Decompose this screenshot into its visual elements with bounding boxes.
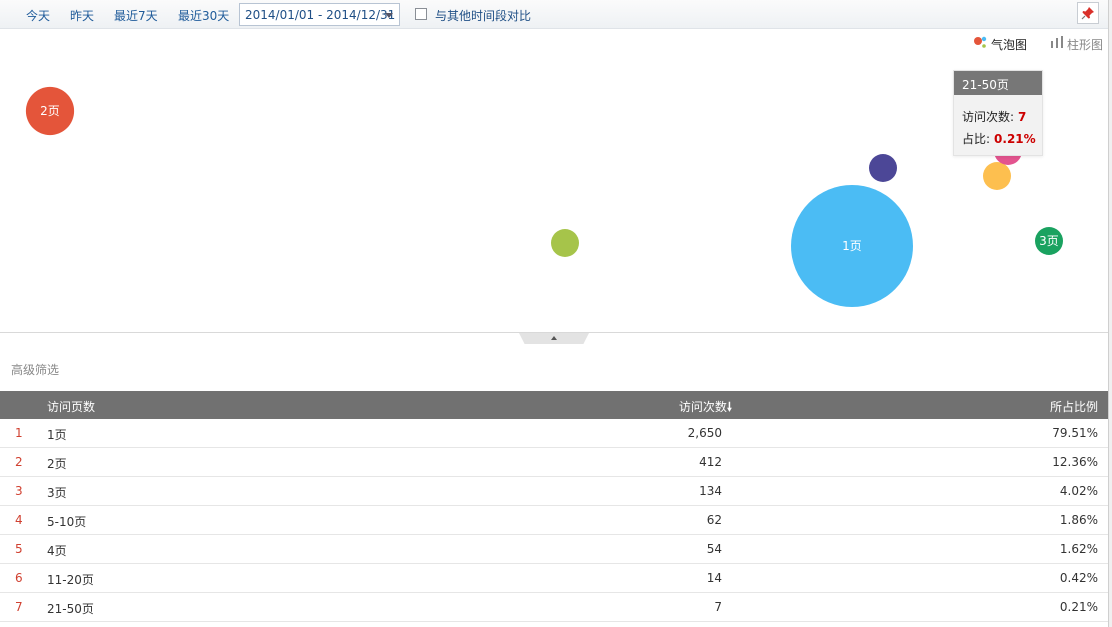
- chevron-down-icon: [385, 13, 393, 18]
- row-ratio: 12.36%: [1052, 455, 1098, 469]
- tooltip-ratio-row: 占比: 0.21%: [962, 130, 1036, 147]
- row-index: 7: [15, 600, 23, 614]
- column-header-visits[interactable]: 访问次数🠗: [679, 398, 732, 419]
- table-row: 6 11-20页 14 0.42%: [0, 564, 1108, 593]
- panel-divider: [0, 332, 1108, 333]
- tooltip-title: 21-50页: [954, 71, 1042, 95]
- compare-checkbox[interactable]: [415, 8, 427, 20]
- tooltip-ratio-label: 占比:: [962, 132, 991, 146]
- toolbar: 今天 昨天 最近7天 最近30天 2014/01/01 - 2014/12/31…: [0, 0, 1112, 29]
- row-pages[interactable]: 21-50页: [47, 600, 94, 617]
- column-header-visits-label: 访问次数: [678, 400, 727, 414]
- row-ratio: 1.86%: [1059, 513, 1098, 527]
- chart-tooltip: 21-50页 访问次数: 7 占比: 0.21%: [953, 70, 1043, 156]
- row-index: 5: [15, 542, 23, 556]
- compare-label[interactable]: 与其他时间段对比: [435, 7, 531, 24]
- row-ratio: 79.51%: [1052, 426, 1098, 440]
- pin-icon: [1081, 7, 1094, 20]
- row-visits: 7: [714, 600, 722, 614]
- row-pages[interactable]: 4页: [47, 542, 67, 559]
- bubble-11-20页[interactable]: [983, 162, 1011, 190]
- row-index: 6: [15, 571, 23, 585]
- row-visits: 412: [699, 455, 722, 469]
- row-visits: 62: [706, 513, 722, 527]
- row-ratio: 1.62%: [1059, 542, 1098, 556]
- bubble-label: 2页: [40, 104, 60, 118]
- scrollbar[interactable]: [1108, 0, 1112, 627]
- row-pages[interactable]: 5-10页: [47, 513, 86, 530]
- data-table: 访问页数 访问次数🠗 所占比例 1 1页 2,650 79.51% 2 2页 412 12.3…: [0, 391, 1108, 622]
- row-index: 1: [15, 426, 23, 440]
- bubble-label: 1页: [842, 239, 862, 253]
- row-visits: 54: [706, 542, 722, 556]
- collapse-chart-button[interactable]: [519, 333, 589, 344]
- row-visits: 2,650: [687, 426, 722, 440]
- tooltip-visits-label: 访问次数:: [962, 110, 1015, 124]
- table-row: 3 3页 134 4.02%: [0, 477, 1108, 506]
- bubble-5-10页[interactable]: [551, 229, 579, 257]
- column-header-pages[interactable]: 访问页数: [47, 398, 95, 415]
- tooltip-visits-value: 7: [1018, 110, 1027, 124]
- row-pages[interactable]: 3页: [47, 484, 67, 501]
- row-index: 2: [15, 455, 23, 469]
- tooltip-ratio-value: 0.21%: [994, 132, 1036, 146]
- tooltip-visits-row: 访问次数: 7: [962, 108, 1026, 125]
- bubble-4页[interactable]: [869, 154, 897, 182]
- quick-range-last7[interactable]: 最近7天: [114, 7, 158, 24]
- quick-range-yesterday[interactable]: 昨天: [70, 7, 94, 24]
- row-visits: 14: [706, 571, 722, 585]
- table-header: 访问页数 访问次数🠗 所占比例: [0, 391, 1108, 419]
- chevron-up-icon: [551, 336, 557, 340]
- table-row: 1 1页 2,650 79.51%: [0, 419, 1108, 448]
- column-header-ratio[interactable]: 所占比例: [1050, 398, 1098, 415]
- advanced-filter-link[interactable]: 高级筛选: [11, 361, 59, 378]
- row-pages[interactable]: 1页: [47, 426, 67, 443]
- row-index: 3: [15, 484, 23, 498]
- quick-range-last30[interactable]: 最近30天: [178, 7, 229, 24]
- date-range-picker[interactable]: 2014/01/01 - 2014/12/31: [239, 3, 400, 26]
- row-index: 4: [15, 513, 23, 527]
- row-visits: 134: [699, 484, 722, 498]
- row-ratio: 0.42%: [1059, 571, 1098, 585]
- table-row: 7 21-50页 7 0.21%: [0, 593, 1108, 622]
- date-range-text: 2014/01/01 - 2014/12/31: [245, 8, 396, 22]
- pin-button[interactable]: [1077, 2, 1099, 24]
- row-ratio: 4.02%: [1059, 484, 1098, 498]
- sort-desc-icon: 🠗: [726, 400, 732, 414]
- table-row: 5 4页 54 1.62%: [0, 535, 1108, 564]
- row-pages[interactable]: 11-20页: [47, 571, 94, 588]
- quick-range-today[interactable]: 今天: [26, 7, 50, 24]
- table-row: 4 5-10页 62 1.86%: [0, 506, 1108, 535]
- row-pages[interactable]: 2页: [47, 455, 67, 472]
- bubble-chart: 1页 2页 3页: [25, 86, 1063, 307]
- bubble-label: 3页: [1039, 234, 1059, 248]
- table-row: 2 2页 412 12.36%: [0, 448, 1108, 477]
- row-ratio: 0.21%: [1059, 600, 1098, 614]
- table-body: 1 1页 2,650 79.51% 2 2页 412 12.36% 3 3页 134 4.02% 4 5-…: [0, 419, 1108, 622]
